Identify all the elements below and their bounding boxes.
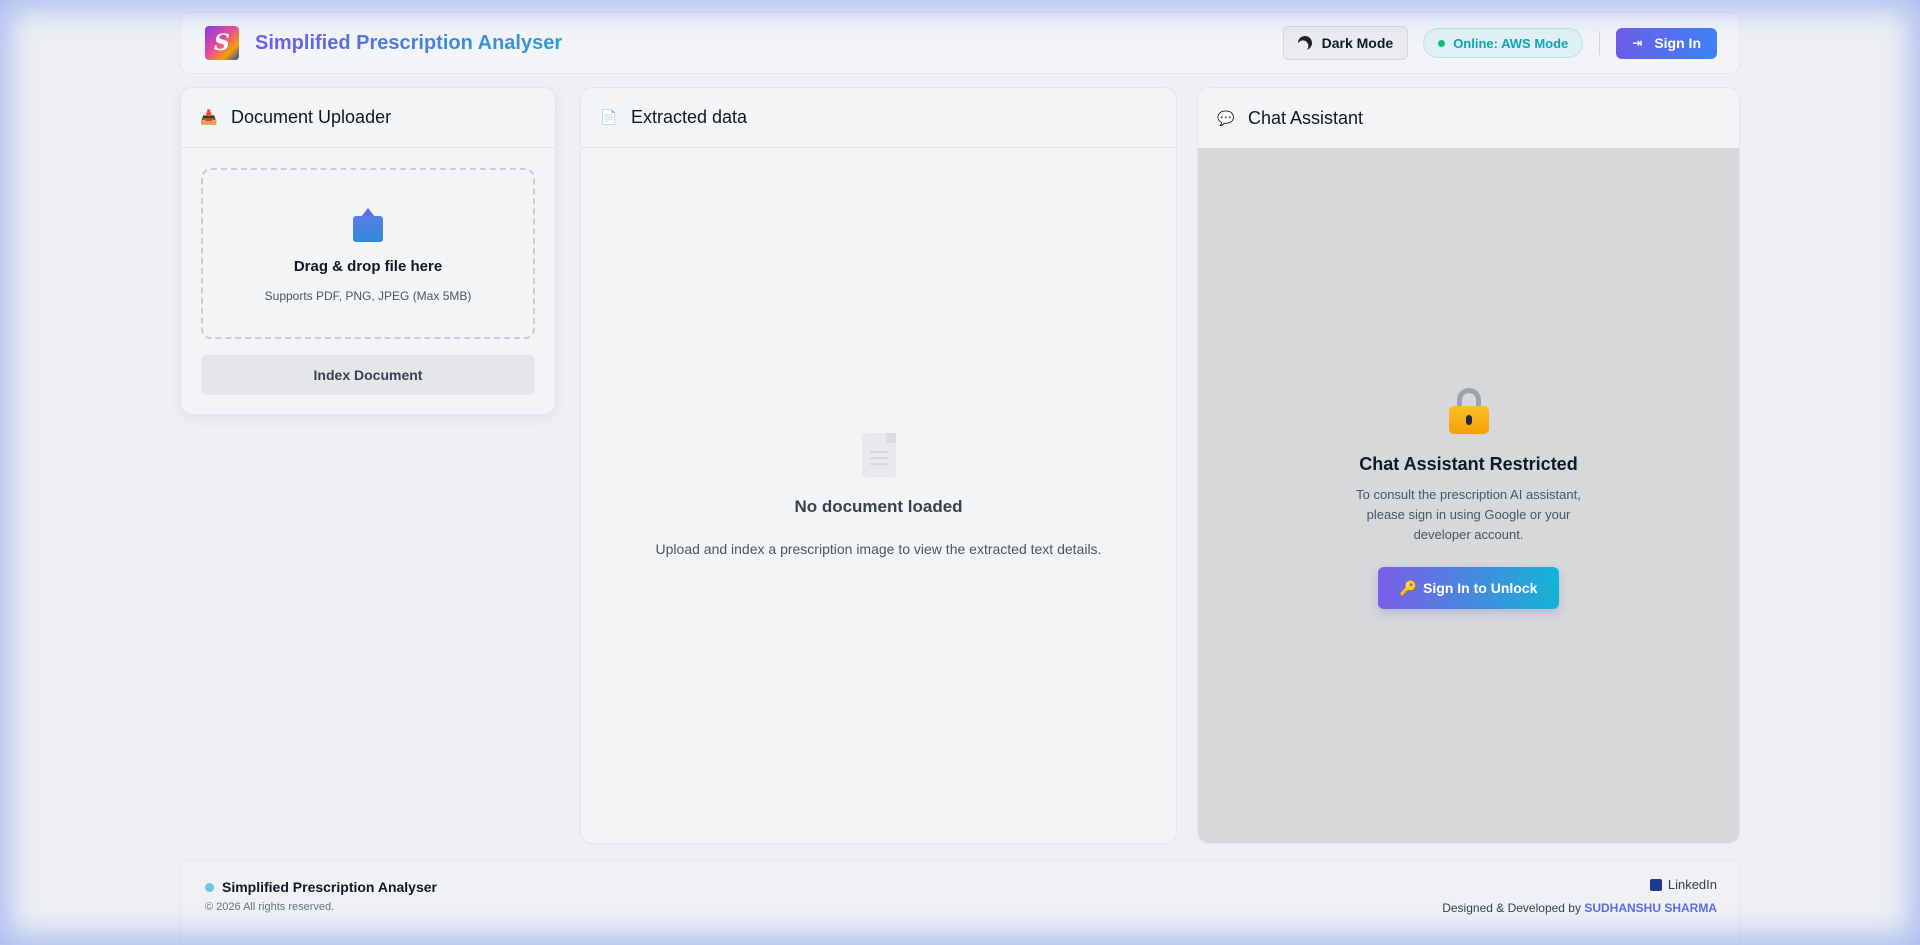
sign-in-button[interactable]: ⇥ Sign In bbox=[1616, 27, 1717, 59]
uploader-title: Document Uploader bbox=[231, 107, 392, 127]
chat-locked-overlay: Chat Assistant Restricted To consult the… bbox=[1198, 148, 1739, 843]
document-uploader-panel: 📥 Document Uploader Drag & drop file her… bbox=[180, 87, 556, 415]
document-icon: 📄 bbox=[600, 109, 618, 125]
footer: Simplified Prescription Analyser © 2026 … bbox=[180, 859, 1740, 945]
logo-letter: S bbox=[214, 30, 230, 56]
sign-in-icon: ⇥ bbox=[1632, 36, 1643, 50]
uploader-header: 📥 Document Uploader bbox=[181, 88, 555, 148]
unlock-label: Sign In to Unlock bbox=[1423, 580, 1538, 596]
footer-left: Simplified Prescription Analyser © 2026 … bbox=[205, 879, 437, 913]
status-dot-icon bbox=[1438, 39, 1446, 47]
brand-dot-icon bbox=[205, 882, 214, 892]
moon-icon bbox=[1296, 34, 1314, 52]
index-document-button[interactable]: Index Document bbox=[201, 355, 535, 395]
chat-title: Chat Assistant bbox=[1248, 107, 1364, 128]
restricted-text: To consult the prescription AI assistant… bbox=[1356, 487, 1581, 542]
sign-in-label: Sign In bbox=[1654, 35, 1701, 51]
footer-brand-name: Simplified Prescription Analyser bbox=[222, 879, 437, 895]
dropzone-title: Drag & drop file here bbox=[293, 258, 443, 275]
developer-name[interactable]: SUDHANSHU SHARMA bbox=[1584, 901, 1717, 915]
developer-credit: Designed & Developed by SUDHANSHU SHARMA bbox=[1442, 901, 1717, 915]
file-dropzone[interactable]: Drag & drop file here Supports PDF, PNG,… bbox=[201, 168, 535, 339]
linkedin-label: LinkedIn bbox=[1667, 877, 1717, 892]
linkedin-icon bbox=[1649, 878, 1662, 891]
empty-document-icon bbox=[861, 433, 896, 477]
chat-assistant-panel: 💬 Chat Assistant Chat Assistant Restrict… bbox=[1197, 87, 1740, 844]
status-badge: Online: AWS Mode bbox=[1423, 28, 1584, 58]
restricted-title: Chat Assistant Restricted bbox=[1359, 454, 1578, 474]
header-divider bbox=[1599, 31, 1601, 55]
dark-mode-label: Dark Mode bbox=[1321, 35, 1394, 51]
empty-state-subtitle: Upload and index a prescription image to… bbox=[655, 541, 1102, 557]
inbox-tray-icon: 📥 bbox=[200, 109, 218, 125]
linkedin-link[interactable]: LinkedIn bbox=[1442, 877, 1717, 892]
app-title: Simplified Prescription Analyser bbox=[255, 31, 563, 54]
extracted-header: 📄 Extracted data bbox=[581, 88, 1176, 148]
upload-icon bbox=[353, 208, 383, 242]
status-label: Online: AWS Mode bbox=[1453, 35, 1569, 51]
credit-prefix: Designed & Developed by bbox=[1442, 901, 1581, 915]
restricted-message: Chat Assistant Restricted To consult the… bbox=[1198, 388, 1739, 609]
dark-mode-button[interactable]: Dark Mode bbox=[1282, 26, 1409, 60]
extracted-title: Extracted data bbox=[631, 107, 748, 127]
top-header: S Simplified Prescription Analyser Dark … bbox=[180, 12, 1740, 74]
chat-header: 💬 Chat Assistant bbox=[1198, 88, 1739, 148]
header-actions: Dark Mode Online: AWS Mode ⇥ Sign In bbox=[1282, 26, 1717, 60]
speech-bubble-icon: 💬 bbox=[1217, 109, 1235, 126]
lock-icon bbox=[1448, 388, 1489, 434]
footer-brand: Simplified Prescription Analyser bbox=[205, 879, 437, 895]
footer-right: LinkedIn Designed & Developed by SUDHANS… bbox=[1442, 877, 1717, 915]
sign-in-to-unlock-button[interactable]: 🔑 Sign In to Unlock bbox=[1378, 567, 1559, 609]
extracted-data-panel: 📄 Extracted data No document loaded Uplo… bbox=[580, 87, 1177, 844]
empty-state: No document loaded Upload and index a pr… bbox=[581, 433, 1176, 557]
app-logo[interactable]: S bbox=[205, 26, 239, 60]
key-icon: 🔑 bbox=[1399, 579, 1418, 596]
dropzone-subtitle: Supports PDF, PNG, JPEG (Max 5MB) bbox=[264, 289, 472, 303]
empty-state-title: No document loaded bbox=[794, 497, 963, 516]
copyright: © 2026 All rights reserved. bbox=[205, 901, 335, 913]
